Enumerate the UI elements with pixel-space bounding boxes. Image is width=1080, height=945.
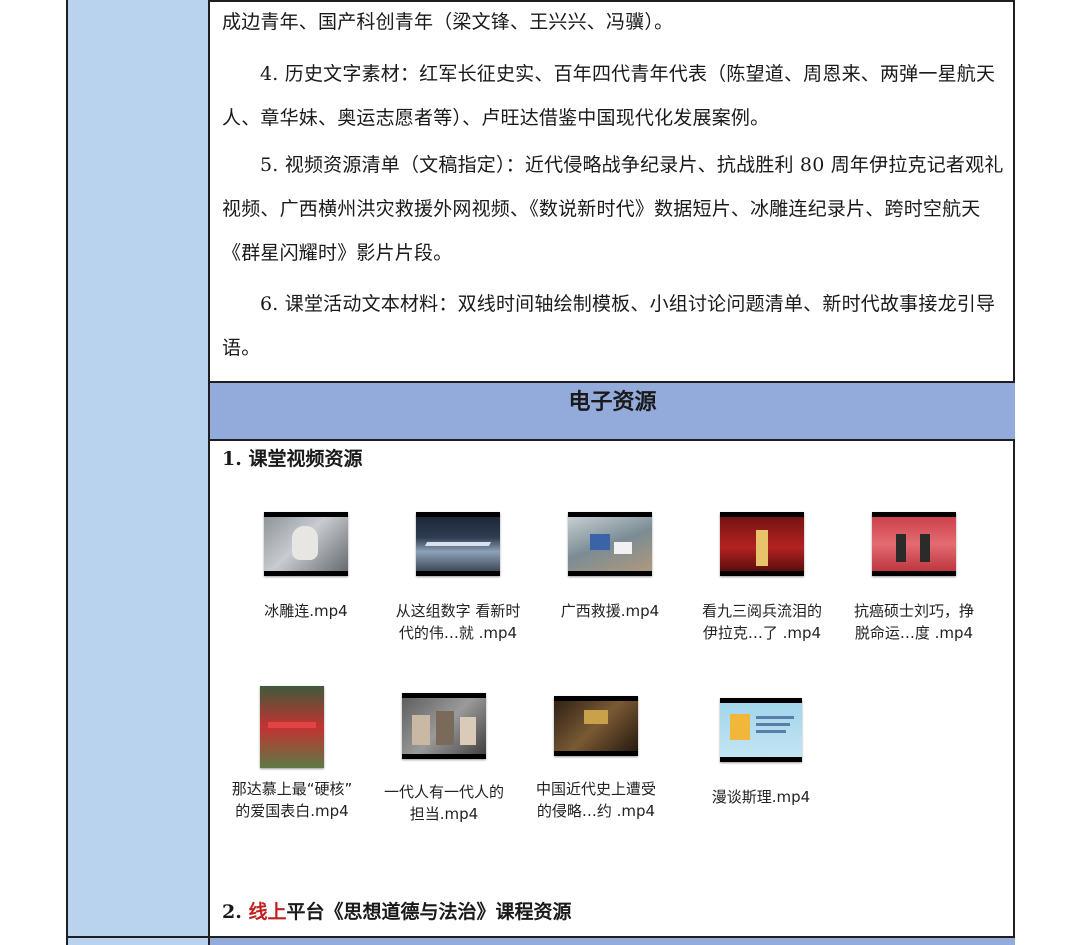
table-row-divider xyxy=(66,936,210,938)
thumbnail-letterbox-top xyxy=(554,696,638,701)
text-line xyxy=(756,723,790,726)
video-thumbnail[interactable] xyxy=(872,512,956,576)
video-thumbnail[interactable] xyxy=(554,696,638,756)
subsection-number: 2. xyxy=(222,901,249,923)
book-icon xyxy=(730,714,750,740)
file-name[interactable]: 抗癌硕士刘巧，挣 脱命运…度 .mp4 xyxy=(839,600,989,644)
person-figure xyxy=(460,717,476,745)
video-file-1[interactable]: 冰雕连.mp4 xyxy=(231,512,381,622)
file-name[interactable]: 从这组数字 看新时 代的伟…就 .mp4 xyxy=(383,600,533,644)
text-line xyxy=(756,730,786,733)
video-file-7[interactable]: 一代人有一代人的 担当.mp4 xyxy=(369,693,519,825)
file-name[interactable]: 冰雕连.mp4 xyxy=(231,600,381,622)
person-figure xyxy=(292,526,318,560)
thumbnail-letterbox-bottom xyxy=(720,571,804,576)
subsection-rest: 平台《思想道德与法治》课程资源 xyxy=(286,901,572,923)
thumbnail-letterbox-top xyxy=(264,512,348,517)
table-left-column xyxy=(66,0,210,945)
file-name[interactable]: 那达慕上最“硬核” 的爱国表白.mp4 xyxy=(217,778,367,822)
video-file-8[interactable]: 中国近代史上遭受 的侵略…约 .mp4 xyxy=(521,696,671,822)
video-file-3[interactable]: 广西救援.mp4 xyxy=(535,512,685,622)
thumbnail-letterbox-top xyxy=(720,512,804,517)
next-section-header-strip xyxy=(210,936,1015,945)
text-line xyxy=(756,716,794,719)
accent-text: 线上 xyxy=(248,901,287,923)
thumbnail-letterbox-top xyxy=(720,698,802,703)
file-name[interactable]: 广西救援.mp4 xyxy=(535,600,685,622)
paragraph-activity-materials: 6. 课堂活动文本材料：双线时间轴绘制模板、小组讨论问题清单、新时代故事接龙引导… xyxy=(222,293,996,359)
video-file-5[interactable]: 抗癌硕士刘巧，挣 脱命运…度 .mp4 xyxy=(839,512,989,644)
thumbnail-letterbox-bottom xyxy=(872,571,956,576)
thumbnail-letterbox-bottom xyxy=(720,757,802,762)
subsection-video-resources: 1. 课堂视频资源 xyxy=(222,448,363,470)
thumbnail-letterbox-top xyxy=(416,512,500,517)
thumbnail-letterbox-top xyxy=(568,512,652,517)
paragraph-historical-materials: 4. 历史文字素材：红军长征史实、百年四代青年代表（陈望道、周恩来、两弹一星航天… xyxy=(222,63,996,129)
video-thumbnail[interactable] xyxy=(720,512,804,576)
paragraph-continued: 成边青年、国产科创青年（梁文锋、王兴兴、冯骥）。 xyxy=(222,11,674,33)
video-file-9[interactable]: 漫谈斯理.mp4 xyxy=(686,698,836,808)
stage-figure xyxy=(756,530,768,566)
video-thumbnail[interactable] xyxy=(416,512,500,576)
flag-row xyxy=(268,722,316,728)
video-thumbnail[interactable] xyxy=(260,686,324,768)
person-figure xyxy=(412,715,430,745)
video-thumbnail[interactable] xyxy=(720,698,802,762)
video-thumbnail[interactable] xyxy=(264,512,348,576)
thumbnail-letterbox-top xyxy=(402,693,486,698)
person-figure xyxy=(436,711,454,745)
video-thumbnail[interactable] xyxy=(568,512,652,576)
speaker-figure xyxy=(896,534,906,562)
section-header-electronic-resources: 电子资源 xyxy=(210,381,1015,441)
title-card xyxy=(584,710,608,724)
house-roof xyxy=(614,542,632,554)
thumbnail-letterbox-bottom xyxy=(554,751,638,756)
speaker-figure xyxy=(920,534,930,562)
file-name[interactable]: 漫谈斯理.mp4 xyxy=(686,786,836,808)
video-file-4[interactable]: 看九三阅兵流泪的 伊拉克…了 .mp4 xyxy=(687,512,837,644)
file-name[interactable]: 看九三阅兵流泪的 伊拉克…了 .mp4 xyxy=(687,600,837,644)
paragraph-video-list: 5. 视频资源清单（文稿指定）：近代侵略战争纪录片、抗战胜利 80 周年伊拉克记… xyxy=(222,154,1004,264)
rescue-boat xyxy=(590,534,610,550)
video-file-2[interactable]: 从这组数字 看新时 代的伟…就 .mp4 xyxy=(383,512,533,644)
thumbnail-letterbox-bottom xyxy=(264,571,348,576)
file-name[interactable]: 中国近代史上遭受 的侵略…约 .mp4 xyxy=(521,778,671,822)
video-file-6[interactable]: 那达慕上最“硬核” 的爱国表白.mp4 xyxy=(217,686,367,822)
thumbnail-letterbox-bottom xyxy=(416,571,500,576)
thumbnail-letterbox-bottom xyxy=(402,754,486,759)
thumbnail-letterbox-bottom xyxy=(568,571,652,576)
file-name[interactable]: 一代人有一代人的 担当.mp4 xyxy=(369,781,519,825)
highway-line xyxy=(424,542,492,546)
thumbnail-letterbox-top xyxy=(872,512,956,517)
video-thumbnail[interactable] xyxy=(402,693,486,759)
subsection-online-platform: 2. 线上平台《思想道德与法治》课程资源 xyxy=(222,897,571,924)
